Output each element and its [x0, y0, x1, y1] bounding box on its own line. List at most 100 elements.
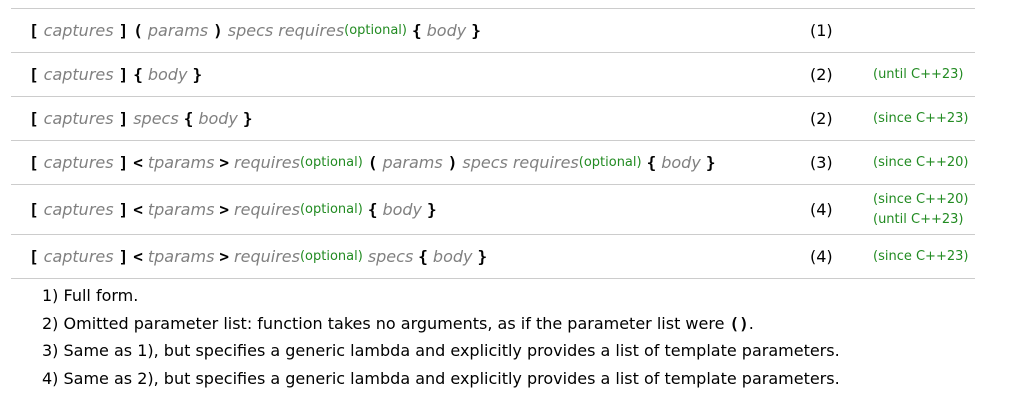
- tparams-placeholder: tparams: [147, 247, 215, 266]
- close-bracket: ]: [118, 109, 129, 128]
- captures-placeholder: captures: [43, 109, 114, 128]
- syntax-table: [ captures ] ( params ) specs requires (o…: [11, 8, 975, 279]
- captures-placeholder: captures: [43, 247, 114, 266]
- open-bracket: [: [29, 200, 39, 219]
- close-bracket: ]: [118, 153, 129, 172]
- open-bracket: [: [29, 247, 39, 266]
- close-brace: }: [471, 21, 481, 40]
- body-placeholder: body: [147, 65, 188, 84]
- close-brace: }: [477, 247, 488, 266]
- version-label: (since C++20): [873, 154, 969, 170]
- requires-placeholder: requires: [512, 153, 579, 172]
- params-placeholder: params: [147, 21, 209, 40]
- note-text: 1) Full form.: [42, 286, 139, 305]
- form-number: (2): [810, 65, 833, 84]
- note-4: 4) Same as 2), but specifies a generic l…: [42, 365, 840, 393]
- version-note: (since C++23): [873, 235, 968, 278]
- open-bracket: [: [29, 65, 39, 84]
- open-paren: (: [367, 153, 378, 172]
- body-placeholder: body: [426, 21, 467, 40]
- requires-placeholder: requires: [234, 247, 300, 266]
- requires-placeholder: requires: [234, 200, 300, 219]
- form-number: (3): [810, 153, 833, 172]
- syntax-row-3: [ captures ] specs { body } (2) (since C…: [11, 97, 975, 141]
- note-text: 3) Same as 1), but specifies a generic l…: [42, 341, 840, 360]
- version-label: (until C++23): [873, 66, 964, 82]
- close-bracket: ]: [118, 247, 129, 266]
- tparams-placeholder: tparams: [147, 200, 215, 219]
- form-number: (4): [810, 247, 833, 266]
- form-number: (4): [810, 200, 833, 219]
- declaration: [ captures ] < tparams > requires (option…: [29, 185, 437, 234]
- empty-parens-code: (): [729, 313, 749, 333]
- optional-marker: (optional): [578, 155, 642, 170]
- close-paren: ): [213, 21, 223, 40]
- close-paren: ): [447, 153, 458, 172]
- version-note: (since C++20) (until C++23): [873, 185, 968, 234]
- open-angle: <: [133, 247, 143, 266]
- optional-marker: (optional): [299, 202, 363, 217]
- open-brace: {: [183, 109, 194, 128]
- version-note: (since C++23): [873, 97, 968, 140]
- close-angle: >: [219, 247, 230, 266]
- note-1: 1) Full form.: [42, 282, 840, 310]
- syntax-row-6: [ captures ] < tparams > requires (option…: [11, 235, 975, 279]
- open-bracket: [: [29, 21, 39, 40]
- note-tail: .: [748, 313, 754, 333]
- declaration: [ captures ] specs { body }: [29, 97, 253, 140]
- specs-placeholder: specs: [462, 153, 508, 172]
- open-brace: {: [646, 153, 657, 172]
- optional-marker: (optional): [299, 249, 363, 264]
- note-text: 2) Omitted parameter list: function take…: [42, 313, 730, 333]
- declaration: [ captures ] { body }: [29, 53, 202, 96]
- open-brace: {: [133, 65, 143, 84]
- open-bracket: [: [29, 109, 39, 128]
- note-2: 2) Omitted parameter list: function take…: [42, 310, 840, 338]
- open-brace: {: [418, 247, 428, 266]
- version-label: (since C++23): [873, 110, 969, 126]
- syntax-row-5: [ captures ] < tparams > requires (option…: [11, 185, 975, 235]
- syntax-row-2: [ captures ] { body } (2) (until C++23): [11, 53, 975, 97]
- body-placeholder: body: [432, 247, 473, 266]
- close-brace: }: [427, 200, 437, 219]
- params-placeholder: params: [382, 153, 443, 172]
- close-angle: >: [219, 153, 230, 172]
- close-brace: }: [705, 153, 716, 172]
- captures-placeholder: captures: [43, 153, 114, 172]
- specs-placeholder: specs: [367, 247, 414, 266]
- optional-marker: (optional): [344, 23, 407, 38]
- optional-marker: (optional): [299, 155, 363, 170]
- declaration: [ captures ] < tparams > requires (option…: [29, 141, 715, 184]
- version-label-secondary: (until C++23): [873, 211, 964, 227]
- syntax-row-1: [ captures ] ( params ) specs requires (o…: [11, 9, 975, 53]
- body-placeholder: body: [382, 200, 423, 219]
- close-bracket: ]: [118, 65, 129, 84]
- declaration: [ captures ] ( params ) specs requires (o…: [29, 9, 481, 52]
- note-text: 4) Same as 2), but specifies a generic l…: [42, 368, 840, 388]
- version-label: (since C++20): [873, 191, 969, 207]
- close-angle: >: [219, 200, 230, 219]
- body-placeholder: body: [661, 153, 701, 172]
- body-placeholder: body: [198, 109, 238, 128]
- captures-placeholder: captures: [43, 21, 114, 40]
- close-bracket: ]: [118, 200, 129, 219]
- open-paren: (: [133, 21, 143, 40]
- version-note: (until C++23): [873, 53, 963, 96]
- open-bracket: [: [29, 153, 39, 172]
- close-bracket: ]: [118, 21, 129, 40]
- close-brace: }: [242, 109, 253, 128]
- open-angle: <: [133, 153, 143, 172]
- tparams-placeholder: tparams: [147, 153, 215, 172]
- requires-placeholder: requires: [278, 21, 345, 40]
- declaration: [ captures ] < tparams > requires (option…: [29, 235, 487, 278]
- version-label: (since C++23): [873, 248, 969, 264]
- requires-placeholder: requires: [234, 153, 300, 172]
- specs-placeholder: specs: [227, 21, 274, 40]
- note-3: 3) Same as 1), but specifies a generic l…: [42, 337, 840, 365]
- open-angle: <: [133, 200, 143, 219]
- captures-placeholder: captures: [43, 65, 114, 84]
- form-notes: 1) Full form. 2) Omitted parameter list:…: [42, 282, 840, 392]
- captures-placeholder: captures: [43, 200, 114, 219]
- open-brace: {: [367, 200, 378, 219]
- form-number: (1): [810, 21, 833, 40]
